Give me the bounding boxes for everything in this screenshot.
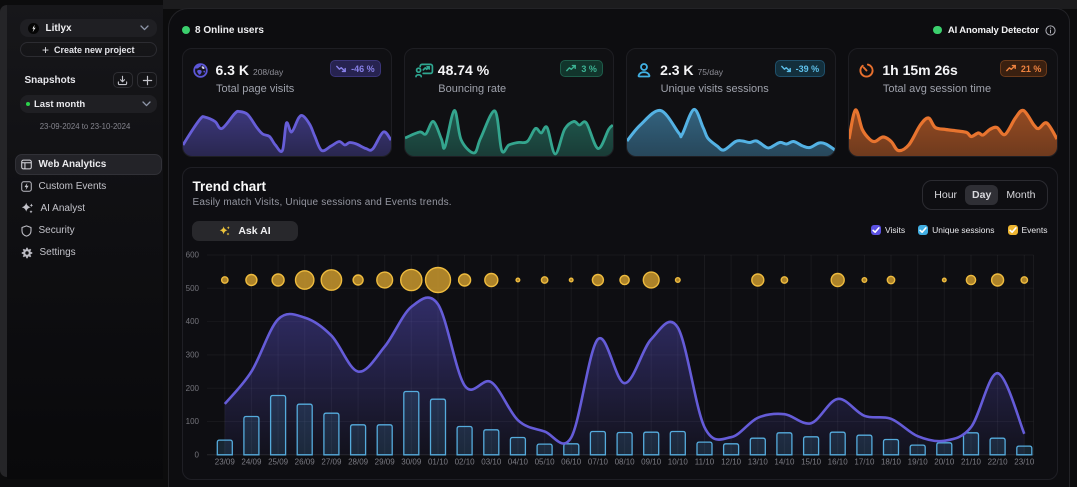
svg-text:500: 500 — [185, 284, 199, 293]
svg-text:01/10: 01/10 — [427, 458, 448, 467]
svg-text:02/10: 02/10 — [454, 458, 475, 467]
svg-text:23/10: 23/10 — [1014, 458, 1035, 467]
svg-text:300: 300 — [185, 351, 199, 360]
svg-text:27/09: 27/09 — [321, 458, 342, 467]
svg-text:600: 600 — [185, 251, 199, 260]
svg-text:15/10: 15/10 — [801, 458, 822, 467]
svg-text:16/10: 16/10 — [827, 458, 848, 467]
svg-text:14/10: 14/10 — [774, 458, 795, 467]
svg-text:08/10: 08/10 — [614, 458, 635, 467]
svg-text:22/10: 22/10 — [987, 458, 1008, 467]
svg-text:07/10: 07/10 — [587, 458, 608, 467]
svg-text:23/09: 23/09 — [214, 458, 235, 467]
svg-text:10/10: 10/10 — [667, 458, 688, 467]
svg-text:29/09: 29/09 — [374, 458, 395, 467]
svg-text:400: 400 — [185, 317, 199, 326]
svg-text:17/10: 17/10 — [854, 458, 875, 467]
svg-text:12/10: 12/10 — [721, 458, 742, 467]
svg-text:13/10: 13/10 — [747, 458, 768, 467]
svg-text:18/10: 18/10 — [880, 458, 901, 467]
svg-text:100: 100 — [185, 417, 199, 426]
svg-text:25/09: 25/09 — [268, 458, 289, 467]
svg-text:06/10: 06/10 — [561, 458, 582, 467]
svg-text:0: 0 — [194, 450, 199, 459]
svg-text:03/10: 03/10 — [481, 458, 502, 467]
svg-text:04/10: 04/10 — [507, 458, 528, 467]
svg-text:30/09: 30/09 — [401, 458, 422, 467]
svg-text:09/10: 09/10 — [641, 458, 662, 467]
svg-text:11/10: 11/10 — [694, 458, 714, 467]
svg-text:19/10: 19/10 — [907, 458, 928, 467]
svg-text:28/09: 28/09 — [348, 458, 369, 467]
svg-text:24/09: 24/09 — [241, 458, 262, 467]
svg-text:26/09: 26/09 — [294, 458, 315, 467]
svg-text:05/10: 05/10 — [534, 458, 555, 467]
svg-text:21/10: 21/10 — [960, 458, 981, 467]
svg-text:20/10: 20/10 — [934, 458, 955, 467]
svg-text:200: 200 — [185, 384, 199, 393]
